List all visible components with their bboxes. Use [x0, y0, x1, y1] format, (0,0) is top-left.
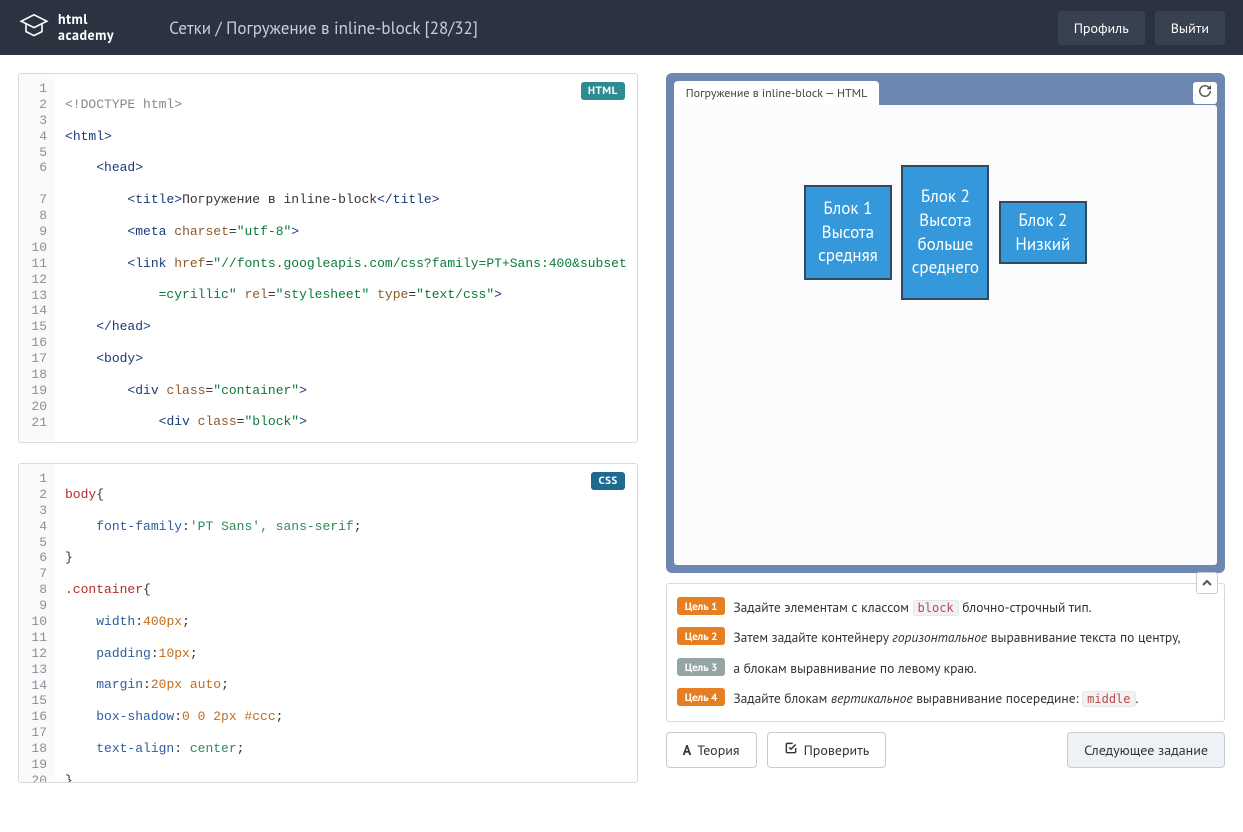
- goal-2: Цель 2 Затем задайте контейнеру горизонт…: [677, 622, 1214, 652]
- goal-4-badge: Цель 4: [677, 688, 726, 706]
- css-editor[interactable]: CSS 1234567891011121314151617181920 body…: [18, 463, 638, 783]
- css-badge: CSS: [591, 472, 624, 490]
- html-editor[interactable]: HTML 123456 789101112131415161718192021 …: [18, 73, 638, 443]
- preview-panel: Погружение в inline-block — HTML Блок 1В…: [666, 73, 1225, 573]
- profile-button[interactable]: Профиль: [1058, 11, 1145, 45]
- crumb-section[interactable]: Сетки: [169, 17, 211, 39]
- goals-panel: Цель 1 Задайте элементам с классом block…: [666, 583, 1225, 722]
- app-header: html academy Сетки / Погружение в inline…: [0, 0, 1243, 55]
- logo-text: html academy: [58, 12, 114, 43]
- html-badge: HTML: [581, 82, 625, 100]
- preview-viewport: Блок 1Высотасредняя Блок 2Высотабольшеср…: [674, 105, 1217, 565]
- reload-button[interactable]: [1193, 82, 1217, 104]
- preview-block-2: Блок 2Высотабольшесреднего: [901, 165, 989, 300]
- crumb-title[interactable]: Погружение в inline-block: [226, 17, 420, 39]
- goal-3-badge: Цель 3: [677, 658, 726, 676]
- html-gutter: 123456 789101112131415161718192021: [19, 74, 55, 442]
- css-gutter: 1234567891011121314151617181920: [19, 464, 55, 782]
- goal-3: Цель 3 а блокам выравнивание по левому к…: [677, 653, 1214, 683]
- preview-tab[interactable]: Погружение в inline-block — HTML: [674, 81, 880, 105]
- scroll-up-button[interactable]: [1196, 572, 1218, 594]
- preview-block-3: Блок 2Низкий: [999, 201, 1087, 265]
- css-code[interactable]: body{ font-family:'PT Sans', sans-serif;…: [55, 464, 637, 782]
- check-icon: [784, 741, 798, 759]
- preview-block-1: Блок 1Высотасредняя: [804, 185, 892, 280]
- breadcrumb: Сетки / Погружение в inline-block [28/32…: [169, 17, 478, 39]
- crumb-counter: [28/32]: [425, 17, 478, 39]
- goal-1-badge: Цель 1: [677, 597, 726, 615]
- logo-icon: [18, 10, 50, 46]
- html-code[interactable]: <!DOCTYPE html> <html> <head> <title>Пог…: [55, 74, 637, 442]
- font-icon: A: [683, 741, 691, 759]
- goal-1: Цель 1 Задайте элементам с классом block…: [677, 592, 1214, 622]
- action-bar: A Теория Проверить Следующее задание: [666, 732, 1225, 768]
- arrow-up-icon: [1202, 575, 1212, 592]
- logout-button[interactable]: Выйти: [1155, 11, 1225, 45]
- goal-2-badge: Цель 2: [677, 627, 726, 645]
- goal-4: Цель 4 Задайте блокам вертикальное вырав…: [677, 683, 1214, 713]
- logo[interactable]: html academy: [18, 10, 114, 46]
- refresh-icon: [1198, 84, 1212, 102]
- check-button[interactable]: Проверить: [767, 732, 887, 768]
- theory-button[interactable]: A Теория: [666, 732, 757, 768]
- next-task-button[interactable]: Следующее задание: [1067, 732, 1225, 768]
